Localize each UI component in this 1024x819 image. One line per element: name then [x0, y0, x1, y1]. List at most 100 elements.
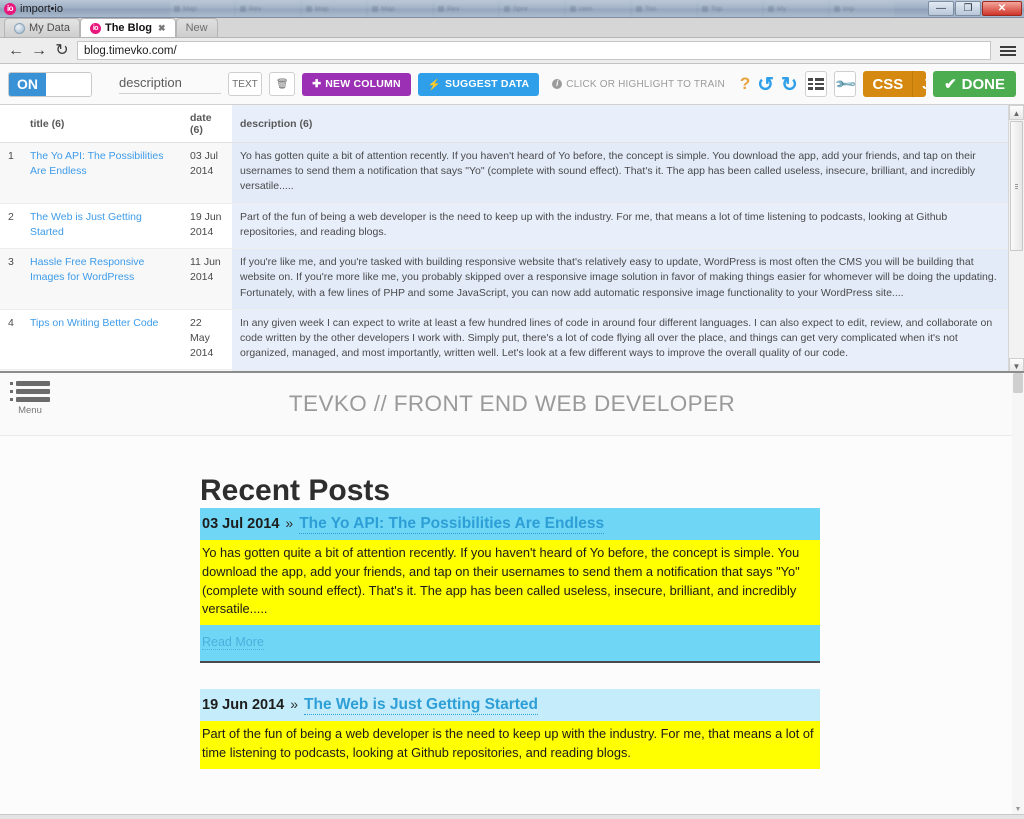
column-on-toggle[interactable]: ON	[8, 71, 92, 97]
new-column-button[interactable]: ✚ NEW COLUMN	[302, 72, 411, 96]
grid-view-icon[interactable]	[804, 71, 828, 97]
tab-new[interactable]: New	[175, 18, 218, 37]
post-spacer	[200, 663, 820, 689]
background-tab: cem	[566, 1, 630, 17]
row-description: Yo has gotten quite a bit of attention r…	[232, 142, 1008, 204]
data-table: title (6) date (6) description (6) 1 The …	[0, 105, 1008, 371]
importio-logo-icon: io	[4, 2, 16, 15]
preview-scroll-down-icon[interactable]: ▼	[1012, 806, 1024, 813]
row-title-link[interactable]: The Web is Just Getting Started	[30, 211, 142, 238]
chevron-icon: »	[285, 515, 294, 531]
globe-icon	[14, 22, 25, 34]
background-tab: Ton	[632, 1, 696, 17]
row-date: 03 Jul 2014	[182, 142, 232, 204]
background-tab: Top	[698, 1, 762, 17]
done-button[interactable]: ✔ DONE	[933, 71, 1016, 97]
row-index: 2	[0, 203, 22, 250]
background-tab: Map	[170, 1, 234, 17]
row-description: Part of the fun of being a web developer…	[232, 203, 1008, 250]
row-description: If you're like me, and you're tasked wit…	[232, 248, 1008, 310]
site-title: TEVKO // FRONT END WEB DEVELOPER	[288, 391, 736, 416]
row-index: 4	[0, 309, 22, 371]
tab-my-data[interactable]: My Data	[4, 18, 80, 37]
column-header-date[interactable]: date (6)	[182, 105, 232, 143]
column-header-title[interactable]: title (6)	[22, 105, 182, 143]
row-title[interactable]: Tips on Writing Better Code	[22, 309, 182, 371]
row-title-link[interactable]: The Yo API: The Possibilities Are Endles…	[30, 150, 163, 177]
post-title-link[interactable]: The Web is Just Getting Started	[304, 696, 538, 716]
address-bar: ← → ↻ blog.timevko.com/	[0, 38, 1024, 64]
row-date: 22 May 2014	[182, 309, 232, 371]
menu-label: Menu	[18, 405, 42, 416]
maximize-button[interactable]: ❐	[955, 1, 981, 16]
close-button[interactable]: ✕	[982, 1, 1022, 16]
extracted-data-table[interactable]: title (6) date (6) description (6) 1 The …	[0, 105, 1024, 373]
app-title: import•io	[20, 2, 63, 15]
table-row[interactable]: 3 Hassle Free Responsive Images for WordP…	[0, 248, 1008, 310]
background-tab-ghosts: Map Rev Map Map Rev Spre cem Ton Top My imp	[170, 0, 894, 18]
post-excerpt: Yo has gotten quite a bit of attention r…	[200, 540, 820, 626]
back-icon[interactable]: ←	[8, 42, 24, 59]
wrench-icon[interactable]: 🔧	[833, 71, 857, 97]
reload-icon[interactable]: ↻	[54, 42, 70, 59]
row-title[interactable]: Hassle Free Responsive Images for WordPr…	[22, 248, 182, 310]
suggest-data-button[interactable]: ⚡ SUGGEST DATA	[417, 72, 540, 96]
check-icon: ✔	[944, 76, 957, 93]
new-column-label: NEW COLUMN	[325, 78, 401, 90]
undo-icon[interactable]: ↺	[757, 72, 774, 97]
site-header: Menu TEVKO // FRONT END WEB DEVELOPER	[0, 373, 1024, 436]
post-title-link[interactable]: The Yo API: The Possibilities Are Endles…	[299, 515, 605, 534]
app-identity: io import•io	[0, 2, 63, 15]
train-hint-label: CLICK OR HIGHLIGHT TO TRAIN	[566, 78, 725, 90]
train-hint: i CLICK OR HIGHLIGHT TO TRAIN	[552, 79, 725, 90]
url-input[interactable]: blog.timevko.com/	[77, 41, 991, 60]
js-button[interactable]: JS	[912, 71, 927, 97]
row-title-link[interactable]: Hassle Free Responsive Images for WordPr…	[30, 256, 144, 283]
read-more-link[interactable]: Read More	[202, 635, 264, 651]
row-date: 19 Jun 2014	[182, 203, 232, 250]
browser-tab-strip[interactable]: My Data io The Blog ✖ New	[0, 18, 1024, 38]
scrollbar-thumb[interactable]	[1010, 121, 1023, 251]
tab-label: My Data	[29, 22, 70, 34]
os-title-bar: io import•io Map Rev Map Map Rev Spre cem Ton To…	[0, 0, 1024, 18]
table-scrollbar[interactable]: ▲ ▼	[1008, 105, 1024, 371]
blog-post: 03 Jul 2014 » The Yo API: The Possibilitie…	[200, 508, 820, 689]
preview-scrollbar[interactable]: ▼	[1012, 373, 1024, 814]
css-js-group[interactable]: CSS JS	[863, 71, 927, 97]
scroll-up-icon[interactable]: ▲	[1009, 105, 1024, 120]
tab-label: The Blog	[104, 22, 153, 34]
hamburger-icon[interactable]	[998, 45, 1016, 56]
row-title[interactable]: The Web is Just Getting Started	[22, 203, 182, 250]
column-header-index	[0, 105, 22, 143]
table-row[interactable]: 2 The Web is Just Getting Started 19 Jun 2…	[0, 203, 1008, 250]
table-row[interactable]: 1 The Yo API: The Possibilities Are Endle…	[0, 142, 1008, 204]
trash-icon[interactable]: 🗑	[269, 72, 296, 96]
tab-label: New	[185, 22, 208, 34]
scroll-down-icon[interactable]: ▼	[1009, 358, 1024, 371]
column-header-description[interactable]: description (6)	[232, 105, 1008, 143]
preview-scrollbar-thumb[interactable]	[1013, 373, 1023, 393]
background-tab: Rev	[434, 1, 498, 17]
column-name-input[interactable]: description	[119, 75, 221, 94]
chevron-icon: »	[290, 696, 299, 713]
post-header: 19 Jun 2014 » The Web is Just Getting Star…	[200, 689, 820, 722]
background-tab: Map	[368, 1, 432, 17]
page-preview[interactable]: Menu TEVKO // FRONT END WEB DEVELOPER Re…	[0, 373, 1024, 814]
list-menu-icon[interactable]: Menu	[10, 381, 50, 416]
row-title[interactable]: The Yo API: The Possibilities Are Endles…	[22, 142, 182, 204]
redo-icon[interactable]: ↻	[781, 72, 798, 97]
column-type-button[interactable]: TEXT	[227, 72, 263, 96]
css-button[interactable]: CSS	[863, 71, 913, 97]
help-button[interactable]: ?	[740, 74, 750, 94]
tab-the-blog[interactable]: io The Blog ✖	[79, 18, 176, 37]
row-title-link[interactable]: Tips on Writing Better Code	[30, 317, 158, 329]
close-icon[interactable]: ✖	[158, 23, 166, 34]
table-row[interactable]: 4 Tips on Writing Better Code 22 May 2014 I…	[0, 309, 1008, 371]
minimize-button[interactable]: —	[928, 1, 954, 16]
extractor-toolbar: ON description TEXT 🗑 ✚ NEW COLUMN ⚡ SUG…	[0, 64, 1024, 105]
bolt-icon: ⚡	[427, 78, 442, 91]
background-tab: Spre	[500, 1, 564, 17]
post-date: 19 Jun 2014	[202, 697, 285, 714]
forward-icon[interactable]: →	[31, 42, 47, 59]
window-controls[interactable]: — ❐ ✕	[928, 1, 1022, 16]
